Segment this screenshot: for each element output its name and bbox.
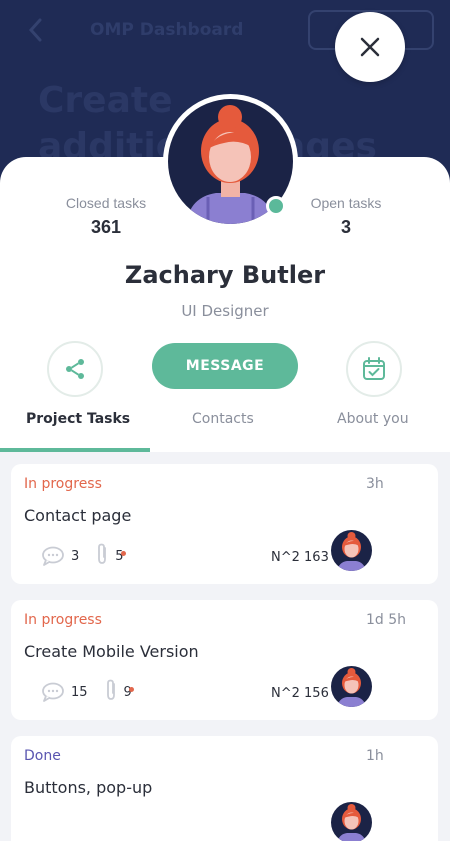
task-card[interactable]: In progress 3h Contact page 3 5 N^2 163 [11, 464, 438, 584]
comment-count: 15 [71, 684, 88, 700]
task-code: N^2 156 [271, 686, 329, 701]
task-code: N^2 163 [271, 550, 329, 565]
paperclip-icon [106, 679, 115, 700]
tab-contacts[interactable]: Contacts [192, 411, 254, 427]
profile-sheet: Closed tasks 361 Open tasks 3 Zachary Bu… [0, 157, 450, 841]
task-title: Contact page [24, 506, 132, 525]
assignee-avatar [331, 802, 372, 841]
task-title: Create Mobile Version [24, 642, 199, 661]
task-card[interactable]: Done 1h Buttons, pop-up [11, 736, 438, 841]
attachment-count-wrap: 5 [115, 549, 126, 564]
back-arrow-icon [26, 16, 46, 44]
tab-about-you[interactable]: About you [337, 411, 409, 427]
task-card[interactable]: In progress 1d 5h Create Mobile Version … [11, 600, 438, 720]
online-status-indicator [266, 196, 286, 216]
task-meta: 15 9 [41, 679, 134, 705]
task-list: In progress 3h Contact page 3 5 N^2 163 … [0, 452, 450, 841]
task-status: In progress [24, 612, 102, 628]
task-time: 1h [366, 748, 384, 764]
profile-tabs: Project Tasks Contacts About you [0, 397, 450, 452]
task-title: Buttons, pop-up [24, 778, 153, 797]
attachment-icon-wrap [95, 543, 109, 569]
open-tasks-stat: Open tasks 3 [286, 195, 406, 238]
calendar-check-icon [363, 357, 385, 380]
profile-name: Zachary Butler [124, 261, 326, 289]
paperclip-icon [98, 543, 107, 564]
task-status: Done [24, 748, 61, 764]
task-status: In progress [24, 476, 102, 492]
background-header-title: OMP Dashboard [90, 20, 244, 40]
new-attachment-dot [128, 686, 134, 692]
task-time: 3h [366, 476, 384, 492]
task-time: 1d 5h [366, 612, 407, 628]
calendar-button[interactable] [346, 341, 402, 397]
closed-tasks-value: 361 [90, 217, 122, 237]
assignee-avatar [331, 666, 372, 707]
attachment-icon-wrap [104, 679, 118, 705]
open-tasks-value: 3 [340, 217, 351, 237]
close-button[interactable] [335, 12, 405, 82]
new-attachment-dot [120, 550, 126, 556]
tab-project-tasks[interactable]: Project Tasks [26, 411, 130, 427]
attachment-count-wrap: 9 [124, 685, 134, 700]
message-button[interactable]: MESSAGE [152, 343, 298, 389]
profile-role: UI Designer [181, 302, 269, 320]
assignee-avatar [331, 530, 372, 571]
closed-tasks-label: Closed tasks [65, 195, 147, 211]
share-icon [66, 359, 84, 379]
share-button[interactable] [47, 341, 103, 397]
comment-count: 3 [71, 548, 80, 564]
closed-tasks-stat: Closed tasks 361 [46, 195, 166, 238]
comment-icon [42, 546, 64, 566]
close-icon [360, 37, 380, 57]
open-tasks-label: Open tasks [310, 195, 382, 211]
comment-icon [42, 682, 64, 702]
task-meta: 3 5 [41, 543, 126, 569]
